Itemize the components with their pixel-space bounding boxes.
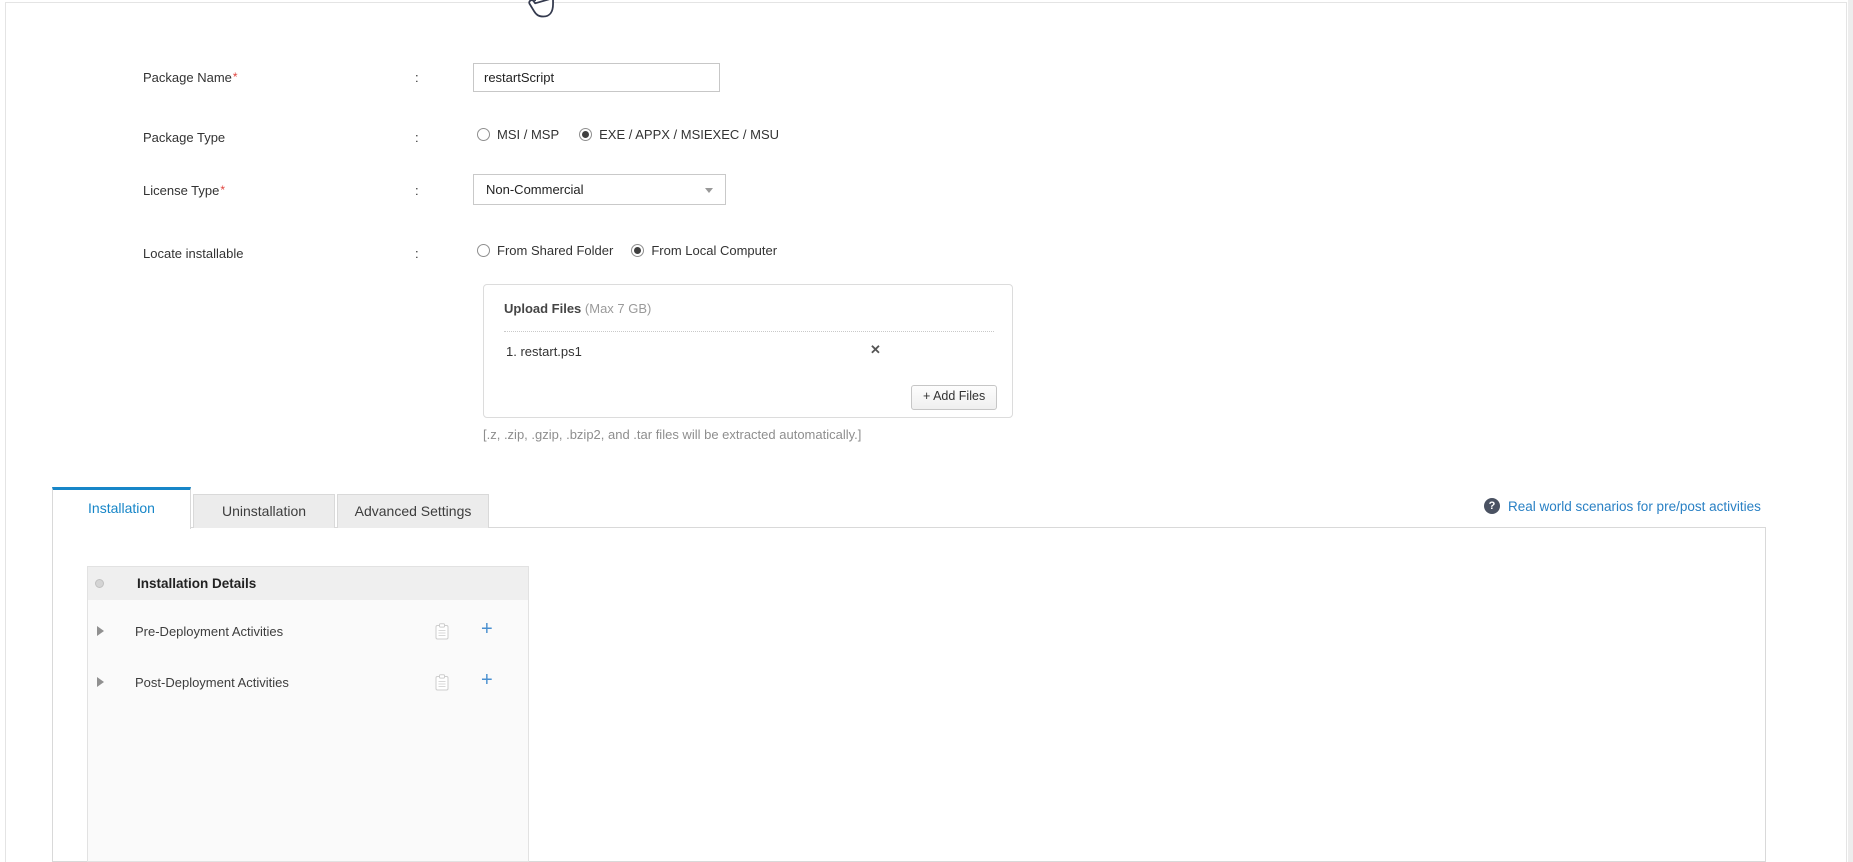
field-colon: : <box>415 70 419 85</box>
bullet-icon <box>95 579 104 588</box>
radio-circle-icon[interactable] <box>477 128 490 141</box>
locate-installable-radio-group: From Shared Folder From Local Computer <box>477 243 777 258</box>
radio-exe-appx-msiexec-msu[interactable]: EXE / APPX / MSIEXEC / MSU <box>579 127 779 142</box>
radio-msi-msp-label: MSI / MSP <box>497 127 560 142</box>
chevron-down-icon <box>705 188 713 193</box>
upload-files-title: Upload Files (Max 7 GB) <box>504 301 651 316</box>
expand-arrow-icon[interactable] <box>97 677 104 687</box>
license-type-label-text: License Type <box>143 183 220 198</box>
package-name-label-text: Package Name <box>143 70 232 85</box>
package-type-radio-group: MSI / MSP EXE / APPX / MSIEXEC / MSU <box>477 127 779 142</box>
upload-files-panel: Upload Files (Max 7 GB) 1. restart.ps1 ✕… <box>483 284 1013 418</box>
radio-circle-checked-icon[interactable] <box>631 244 645 257</box>
installation-details-title: Installation Details <box>137 576 257 591</box>
installation-details-panel: Installation Details Pre-Deployment Acti… <box>87 566 529 862</box>
post-deployment-row: Post-Deployment Activities + <box>88 668 528 696</box>
radio-exe-appx-label: EXE / APPX / MSIEXEC / MSU <box>599 127 780 142</box>
package-creation-screen: Package Name* : Package Type : MSI / MSP… <box>0 0 1853 862</box>
file-index: 1. <box>506 344 517 359</box>
package-name-input[interactable] <box>473 63 720 92</box>
tab-uninstallation[interactable]: Uninstallation <box>193 494 335 528</box>
clipboard-icon[interactable] <box>435 674 449 696</box>
radio-from-local-computer[interactable]: From Local Computer <box>631 243 777 258</box>
real-world-scenarios-label: Real world scenarios for pre/post activi… <box>1508 498 1761 514</box>
locate-installable-label: Locate installable <box>143 246 244 261</box>
question-circle-icon: ? <box>1484 498 1500 514</box>
pre-deployment-row: Pre-Deployment Activities + <box>88 617 528 645</box>
file-name: restart.ps1 <box>520 344 582 359</box>
tab-advanced-settings[interactable]: Advanced Settings <box>337 494 489 528</box>
field-colon: : <box>415 130 419 145</box>
license-type-select[interactable]: Non-Commercial <box>473 174 726 205</box>
field-colon: : <box>415 246 419 261</box>
remove-file-close-icon[interactable]: ✕ <box>870 342 881 358</box>
installation-details-header: Installation Details <box>88 567 528 600</box>
add-files-button[interactable]: + Add Files <box>911 385 998 410</box>
upload-limit-text: (Max 7 GB) <box>584 301 652 316</box>
scrollbar-track[interactable] <box>1848 0 1853 862</box>
tab-installation[interactable]: Installation <box>52 487 191 529</box>
post-deployment-label: Post-Deployment Activities <box>135 674 289 690</box>
license-type-value: Non-Commercial <box>486 182 584 197</box>
uploaded-file-item: 1. restart.ps1 <box>506 344 582 359</box>
upload-files-title-text: Upload Files <box>504 301 582 316</box>
field-colon: : <box>415 183 419 198</box>
package-name-label: Package Name* <box>143 70 238 85</box>
radio-local-computer-label: From Local Computer <box>651 243 778 258</box>
radio-shared-folder-label: From Shared Folder <box>497 243 614 258</box>
package-type-label: Package Type <box>143 130 226 145</box>
extract-note: [.z, .zip, .gzip, .bzip2, and .tar files… <box>483 427 862 442</box>
radio-from-shared-folder[interactable]: From Shared Folder <box>477 243 613 258</box>
divider <box>504 331 994 332</box>
radio-circle-icon[interactable] <box>477 244 490 257</box>
expand-arrow-icon[interactable] <box>97 626 104 636</box>
add-pre-deployment-plus-icon[interactable]: + <box>481 617 493 641</box>
clipboard-icon[interactable] <box>435 623 449 645</box>
required-asterisk: * <box>220 183 226 197</box>
hand-cursor-icon <box>522 0 566 28</box>
license-type-label: License Type* <box>143 183 225 198</box>
radio-msi-msp[interactable]: MSI / MSP <box>477 127 559 142</box>
add-post-deployment-plus-icon[interactable]: + <box>481 668 493 692</box>
pre-deployment-label: Pre-Deployment Activities <box>135 623 284 639</box>
real-world-scenarios-link[interactable]: ? Real world scenarios for pre/post acti… <box>1484 498 1761 514</box>
required-asterisk: * <box>232 70 238 84</box>
radio-circle-checked-icon[interactable] <box>579 128 593 141</box>
